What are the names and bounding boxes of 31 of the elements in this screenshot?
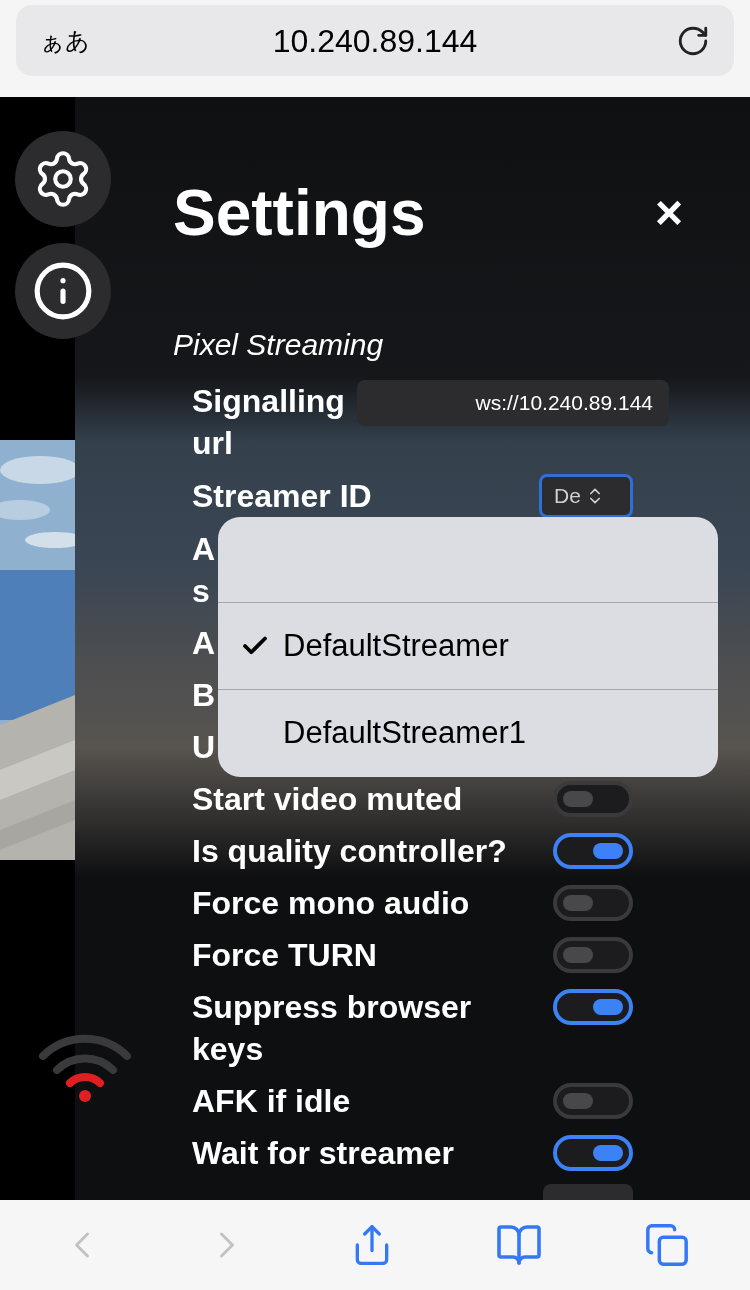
setting-label: Suppress browser keys <box>192 988 473 1069</box>
setting-label: Streamer ID <box>192 477 372 516</box>
section-heading: Pixel Streaming <box>173 327 385 363</box>
address-text: 10.240.89.144 <box>272 21 478 61</box>
close-button[interactable]: × <box>654 189 683 237</box>
setting-label: Signalling url <box>192 382 346 463</box>
setting-label: Start video muted <box>192 780 463 819</box>
toggle-switch[interactable] <box>553 885 633 921</box>
toggle-switch[interactable] <box>553 781 633 817</box>
setting-label: B <box>192 676 216 715</box>
streamer-select[interactable]: De <box>539 474 633 518</box>
toggle-switch[interactable] <box>553 1135 633 1171</box>
toggle-switch[interactable] <box>553 1083 633 1119</box>
setting-label: Force TURN <box>192 936 377 975</box>
setting-label: A <box>192 624 216 663</box>
info-icon <box>32 260 94 322</box>
setting-label: Is quality controller? <box>192 832 507 871</box>
address-bar[interactable]: ぁあ 10.240.89.144 <box>16 5 734 76</box>
setting-label: U <box>192 728 216 767</box>
tabs-icon[interactable] <box>643 1222 690 1268</box>
setting-label: A s <box>192 530 216 611</box>
setting-label: Wait for streamer <box>192 1134 454 1173</box>
text-size-button[interactable]: ぁあ <box>40 22 90 59</box>
toggle-switch[interactable] <box>553 937 633 973</box>
setting-label: Force mono audio <box>192 884 470 923</box>
setting-label: AFK if idle <box>192 1082 351 1121</box>
url-field[interactable]: ws://10.240.89.144 <box>357 380 669 426</box>
toggle-switch[interactable] <box>553 989 633 1025</box>
toggle-switch[interactable] <box>553 833 633 869</box>
menu-option[interactable]: DefaultStreamer <box>218 603 718 690</box>
menu-option[interactable]: DefaultStreamer1 <box>218 690 718 777</box>
